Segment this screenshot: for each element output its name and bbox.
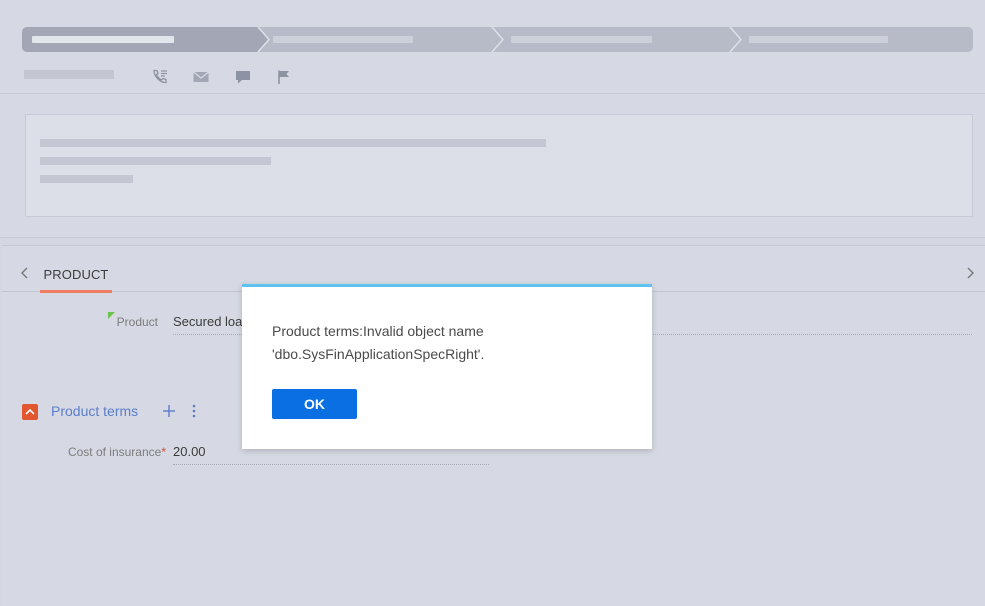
stage-4-placeholder — [749, 36, 888, 43]
summary-placeholder-line — [40, 157, 271, 165]
more-vertical-icon[interactable] — [185, 402, 203, 420]
summary-placeholder-line — [40, 175, 133, 183]
cost-of-insurance-label: Cost of insurance* — [42, 445, 166, 459]
product-terms-group-title[interactable]: Product terms — [51, 403, 138, 419]
chevron-right-icon[interactable] — [963, 266, 977, 280]
stage-separator — [728, 27, 742, 52]
stage-1-placeholder — [32, 36, 174, 43]
active-tab-indicator — [40, 290, 112, 293]
tab-product[interactable]: PRODUCT — [40, 246, 112, 293]
cost-of-insurance-underline — [173, 464, 489, 465]
record-header — [0, 0, 985, 238]
error-dialog: Product terms:Invalid object name 'dbo.S… — [242, 284, 652, 449]
required-marker: * — [161, 445, 166, 459]
dialog-message: Product terms:Invalid object name 'dbo.S… — [272, 323, 485, 362]
plus-icon[interactable] — [160, 402, 178, 420]
stage-separator — [490, 27, 504, 52]
ok-button[interactable]: OK — [272, 389, 357, 419]
flag-icon[interactable] — [275, 68, 293, 86]
call-icon[interactable] — [151, 68, 169, 86]
product-field-label: Product — [116, 315, 158, 329]
cost-of-insurance-label-text: Cost of insurance — [67, 445, 162, 459]
title-placeholder — [24, 70, 114, 79]
email-icon[interactable] — [192, 68, 210, 86]
summary-card — [25, 114, 973, 217]
stage-2-placeholder — [273, 36, 413, 43]
chat-icon[interactable] — [234, 68, 252, 86]
stage-progress-bar — [22, 27, 973, 52]
stage-separator — [256, 27, 270, 52]
stage-3-placeholder — [511, 36, 652, 43]
summary-placeholder-line — [40, 139, 546, 147]
stage-1[interactable] — [22, 27, 270, 52]
tab-product-label: PRODUCT — [43, 267, 109, 282]
cost-of-insurance-value[interactable]: 20.00 — [173, 444, 206, 459]
collapse-icon[interactable] — [22, 404, 38, 420]
header-divider — [0, 93, 985, 94]
product-field-value[interactable]: Secured loa — [173, 314, 242, 329]
chevron-left-icon[interactable] — [18, 266, 32, 280]
